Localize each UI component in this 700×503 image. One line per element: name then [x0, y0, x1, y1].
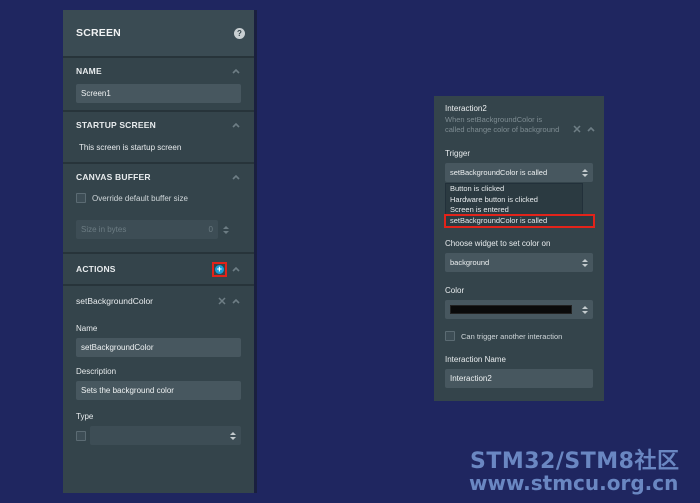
panel-header: SCREEN ?: [63, 10, 254, 58]
interaction-title: Interaction2: [445, 104, 487, 113]
screen-name-input[interactable]: Screen1: [76, 84, 241, 103]
action-header[interactable]: setBackgroundColor: [76, 286, 241, 316]
color-swatch: [450, 305, 572, 314]
select-arrows-icon: [582, 258, 588, 267]
type-label: Type: [76, 412, 94, 421]
add-action-button[interactable]: +: [212, 261, 227, 277]
action-item: setBackgroundColor Name setBackgroundCol…: [63, 286, 254, 445]
help-icon[interactable]: ?: [234, 27, 245, 39]
trigger-value: setBackgroundColor is called: [450, 168, 548, 177]
chevron-up-icon[interactable]: [231, 66, 241, 76]
select-arrows-icon: [230, 431, 236, 440]
trigger-label: Trigger: [445, 149, 471, 158]
widget-value: background: [450, 258, 490, 267]
interaction-name-label: Interaction Name: [445, 355, 506, 364]
another-interaction-checkbox[interactable]: [445, 331, 455, 341]
action-name-label: Name: [76, 324, 98, 333]
override-buffer-row: Override default buffer size: [76, 190, 241, 206]
chevron-up-icon[interactable]: [231, 264, 241, 274]
another-interaction-label: Can trigger another interaction: [461, 331, 563, 341]
section-header[interactable]: NAME: [76, 58, 241, 84]
panel-title: SCREEN: [76, 27, 121, 39]
override-buffer-checkbox[interactable]: [76, 193, 86, 203]
dropdown-option[interactable]: Screen is entered: [446, 205, 582, 216]
size-value: 0: [208, 225, 213, 234]
chevron-up-icon[interactable]: [586, 124, 596, 134]
description-label: Description: [76, 367, 117, 376]
canvas-buffer-section: CANVAS BUFFER Override default buffer si…: [63, 164, 254, 254]
section-heading: NAME: [76, 66, 102, 76]
trigger-dropdown: Button is clicked Hardware button is cli…: [444, 183, 595, 228]
size-placeholder: Size in bytes: [81, 225, 127, 234]
override-buffer-label: Override default buffer size: [92, 193, 188, 203]
startup-section: STARTUP SCREEN This screen is startup sc…: [63, 112, 254, 164]
size-stepper[interactable]: [222, 225, 230, 234]
chevron-up-icon[interactable]: [231, 172, 241, 182]
startup-text: This screen is startup screen: [79, 143, 182, 152]
section-heading: STARTUP SCREEN: [76, 120, 156, 130]
select-arrows-icon: [582, 168, 588, 177]
section-header[interactable]: ACTIONS +: [76, 254, 241, 284]
name-section: NAME Screen1: [63, 58, 254, 112]
buffer-size-input[interactable]: Size in bytes 0: [76, 220, 218, 239]
chevron-up-icon[interactable]: [231, 296, 241, 306]
type-row: [76, 426, 241, 445]
close-icon[interactable]: [218, 292, 226, 310]
screen-properties-panel: SCREEN ? NAME Screen1 STARTUP SCREEN Thi…: [63, 10, 257, 493]
section-header[interactable]: STARTUP SCREEN: [76, 112, 241, 138]
color-label: Color: [445, 286, 465, 295]
action-name-input[interactable]: setBackgroundColor: [76, 338, 241, 357]
section-header[interactable]: CANVAS BUFFER: [76, 164, 241, 190]
close-icon[interactable]: [573, 120, 581, 138]
actions-section: ACTIONS +: [63, 254, 254, 284]
widget-select[interactable]: background: [445, 253, 593, 272]
type-checkbox[interactable]: [76, 430, 86, 441]
color-picker[interactable]: [445, 300, 593, 319]
dropdown-option[interactable]: Button is clicked: [446, 184, 582, 195]
type-select[interactable]: [90, 426, 241, 445]
another-interaction-row: Can trigger another interaction: [445, 331, 593, 341]
interaction-subtitle: When setBackgroundColor is called change…: [445, 115, 560, 134]
plus-icon: +: [215, 263, 224, 274]
section-heading: ACTIONS: [76, 264, 116, 274]
dropdown-option[interactable]: Hardware button is clicked: [446, 195, 582, 206]
dropdown-option-selected[interactable]: setBackgroundColor is called: [444, 213, 595, 228]
widget-label: Choose widget to set color on: [445, 239, 551, 248]
trigger-select[interactable]: setBackgroundColor is called: [445, 163, 593, 182]
interaction-panel: Interaction2 When setBackgroundColor is …: [434, 96, 604, 401]
interaction-name-input[interactable]: Interaction2: [445, 369, 593, 388]
select-arrows-icon: [582, 305, 588, 314]
chevron-up-icon[interactable]: [231, 120, 241, 130]
buffer-size-row: Size in bytes 0: [76, 220, 241, 239]
description-input[interactable]: Sets the background color: [76, 381, 241, 400]
action-title: setBackgroundColor: [76, 296, 154, 306]
watermark-line2: www.stmcu.org.cn: [469, 471, 679, 495]
section-heading: CANVAS BUFFER: [76, 172, 151, 182]
